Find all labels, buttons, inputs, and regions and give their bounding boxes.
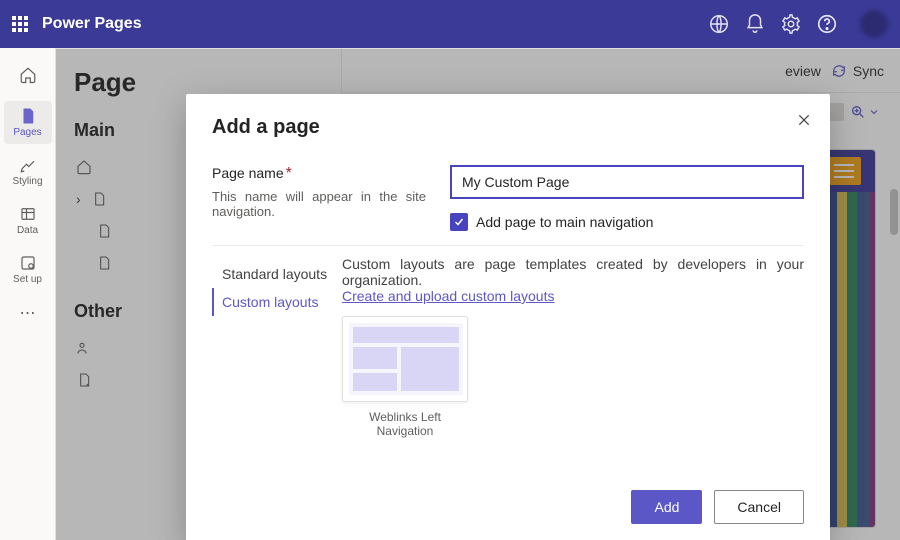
add-button[interactable]: Add <box>631 490 702 524</box>
rail-styling[interactable]: Styling <box>4 150 52 193</box>
rail-pages[interactable]: Pages <box>4 101 52 144</box>
add-to-nav-checkbox[interactable] <box>450 213 468 231</box>
page-name-input[interactable] <box>450 165 804 199</box>
home-icon[interactable] <box>19 60 37 95</box>
close-icon[interactable] <box>796 112 812 133</box>
tab-standard-layouts[interactable]: Standard layouts <box>212 260 336 288</box>
app-header: Power Pages <box>0 0 900 48</box>
page-name-label: Page name <box>212 165 284 181</box>
layout-tabs: Standard layouts Custom layouts <box>212 256 336 490</box>
page-name-help: This name will appear in the site naviga… <box>212 189 426 219</box>
custom-layouts-desc: Custom layouts are page templates create… <box>342 256 804 288</box>
cancel-button[interactable]: Cancel <box>714 490 804 524</box>
layout-thumbnail <box>349 323 463 395</box>
tab-custom-layouts[interactable]: Custom layouts <box>212 288 336 316</box>
rail-styling-label: Styling <box>12 176 42 187</box>
left-rail: Pages Styling Data Set up ⋯ <box>0 48 56 540</box>
rail-more[interactable]: ⋯ <box>4 297 52 329</box>
required-mark: * <box>286 165 292 182</box>
rail-setup[interactable]: Set up <box>4 248 52 291</box>
rail-pages-label: Pages <box>13 127 41 138</box>
product-name: Power Pages <box>42 15 142 33</box>
add-page-dialog: Add a page Page name* This name will app… <box>186 94 830 540</box>
rail-data[interactable]: Data <box>4 199 52 242</box>
notifications-icon[interactable] <box>744 13 766 35</box>
workspace: eview Sync Page Main › Othe <box>56 48 900 540</box>
environment-icon[interactable] <box>708 13 730 35</box>
dialog-title: Add a page <box>212 116 804 139</box>
avatar[interactable] <box>860 10 888 38</box>
add-to-nav-label: Add page to main navigation <box>476 214 653 230</box>
divider <box>212 245 804 246</box>
settings-icon[interactable] <box>780 13 802 35</box>
upload-layouts-link[interactable]: Create and upload custom layouts <box>342 288 554 304</box>
rail-setup-label: Set up <box>13 274 42 285</box>
rail-data-label: Data <box>17 225 38 236</box>
layout-card-label: Weblinks Left Navigation <box>342 410 468 439</box>
layout-card[interactable] <box>342 316 468 402</box>
app-launcher-icon[interactable] <box>12 16 28 32</box>
help-icon[interactable] <box>816 13 838 35</box>
